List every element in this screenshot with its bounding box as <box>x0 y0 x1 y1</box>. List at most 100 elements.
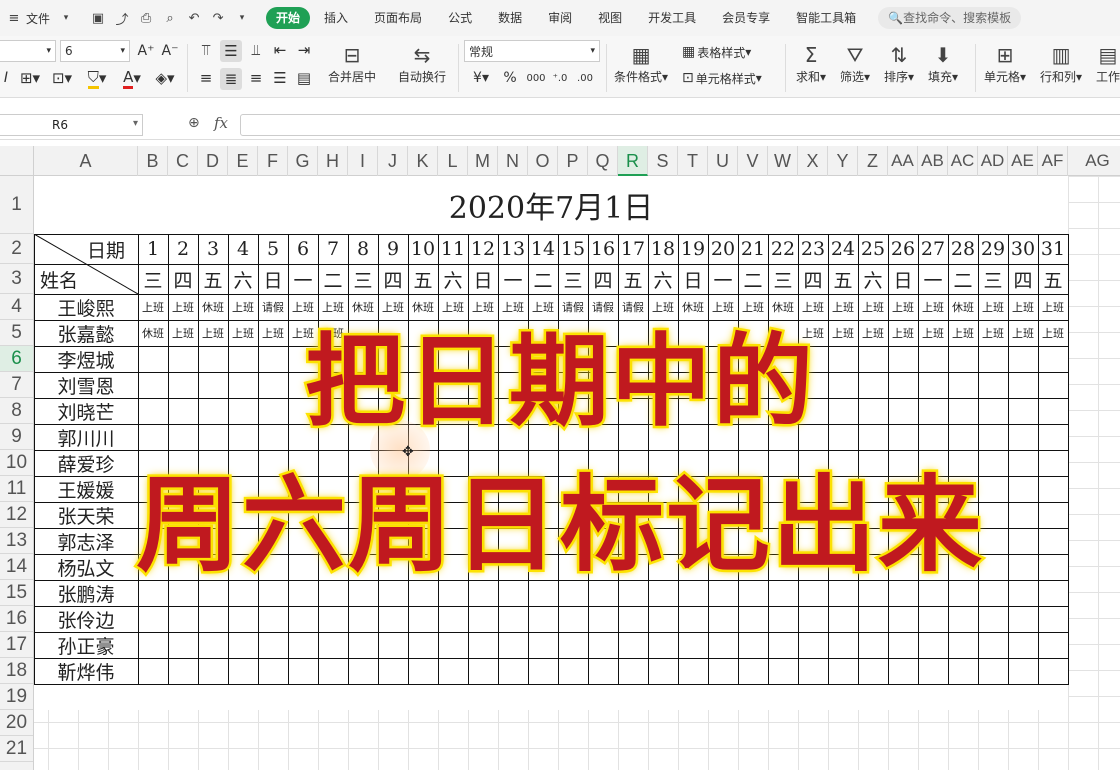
column-header-O[interactable]: O <box>528 146 558 176</box>
decrease-decimal-icon[interactable]: .00 <box>574 68 596 88</box>
row-header-17[interactable]: 17 <box>0 632 33 658</box>
cell-style-button[interactable]: ⊡ 单元格样式 ▾ <box>682 68 762 88</box>
clear-icon[interactable]: ◈▾ <box>150 68 180 88</box>
tab-6[interactable]: 视图 <box>586 7 634 29</box>
column-header-AA[interactable]: AA <box>888 146 918 176</box>
increase-indent-icon[interactable]: ⇥ <box>294 40 314 60</box>
formula-input[interactable] <box>240 114 1120 136</box>
column-header-AF[interactable]: AF <box>1038 146 1068 176</box>
column-header-AB[interactable]: AB <box>918 146 948 176</box>
column-header-J[interactable]: J <box>378 146 408 176</box>
fill-pattern-icon[interactable]: ⊡▾ <box>48 68 76 88</box>
fx-icon[interactable]: fx <box>214 114 228 132</box>
font-color-icon[interactable]: A ▾ <box>118 68 146 89</box>
increase-decimal-icon[interactable]: ⁺.0 <box>550 68 570 88</box>
column-header-C[interactable]: C <box>168 146 198 176</box>
column-header-AE[interactable]: AE <box>1008 146 1038 176</box>
column-header-P[interactable]: P <box>558 146 588 176</box>
column-header-W[interactable]: W <box>768 146 798 176</box>
print-preview-icon[interactable]: ⌕ <box>160 8 180 28</box>
column-header-Z[interactable]: Z <box>858 146 888 176</box>
tab-5[interactable]: 审阅 <box>536 7 584 29</box>
tab-0[interactable]: 开始 <box>266 7 311 29</box>
name-box[interactable]: R6 ▾ <box>0 114 143 136</box>
column-header-AC[interactable]: AC <box>948 146 978 176</box>
column-header-G[interactable]: G <box>288 146 318 176</box>
column-header-I[interactable]: I <box>348 146 378 176</box>
align-right-icon[interactable]: ≡ <box>246 68 266 88</box>
cell-button[interactable]: ⊞ 单元格▾ <box>984 42 1026 85</box>
more-icon[interactable]: ▾ <box>232 8 252 28</box>
align-left-icon[interactable]: ≡ <box>196 68 216 88</box>
currency-icon[interactable]: ¥▾ <box>468 68 494 88</box>
print-icon[interactable]: ⎙ <box>136 8 156 28</box>
chevron-down-icon[interactable]: ▾ <box>56 8 76 28</box>
column-header-Y[interactable]: Y <box>828 146 858 176</box>
fill-color-icon[interactable]: ⛉ ▾ <box>82 68 112 89</box>
format-painter-icon[interactable]: ⤴ <box>112 8 132 28</box>
tab-4[interactable]: 数据 <box>486 7 534 29</box>
table-style-button[interactable]: ▦ 表格样式 ▾ <box>682 42 751 62</box>
file-menu[interactable]: 文件 <box>26 10 50 27</box>
tab-2[interactable]: 页面布局 <box>362 7 434 29</box>
align-middle-icon[interactable]: ☰ <box>220 40 242 62</box>
row-header-16[interactable]: 16 <box>0 606 33 632</box>
zoom-icon[interactable]: ⊕ <box>188 115 200 131</box>
justify-icon[interactable]: ☰ <box>270 68 290 88</box>
thousands-icon[interactable]: 000 <box>524 68 548 88</box>
column-header-S[interactable]: S <box>648 146 678 176</box>
save-icon[interactable]: ▣ <box>88 8 108 28</box>
redo-icon[interactable]: ↷ <box>208 8 228 28</box>
conditional-format-button[interactable]: ▦ 条件格式▾ <box>614 42 668 85</box>
tab-8[interactable]: 会员专享 <box>710 7 782 29</box>
row-header-19[interactable]: 19 <box>0 684 33 710</box>
undo-icon[interactable]: ↶ <box>184 8 204 28</box>
column-header-X[interactable]: X <box>798 146 828 176</box>
column-header-Q[interactable]: Q <box>588 146 618 176</box>
column-header-F[interactable]: F <box>258 146 288 176</box>
row-header-21[interactable]: 21 <box>0 736 33 762</box>
fill-button[interactable]: ⬇ 填充▾ <box>928 42 958 85</box>
tab-3[interactable]: 公式 <box>436 7 484 29</box>
column-header-N[interactable]: N <box>498 146 528 176</box>
command-search[interactable]: 🔍查找命令、搜索模板 <box>878 7 1022 29</box>
select-all-corner[interactable] <box>0 146 34 176</box>
grow-font-icon[interactable]: A⁺ <box>136 42 156 60</box>
column-header-R[interactable]: R <box>618 146 648 176</box>
distribute-icon[interactable]: ▤ <box>294 68 314 88</box>
shrink-font-icon[interactable]: A⁻ <box>160 42 180 60</box>
row-header-18[interactable]: 18 <box>0 658 33 684</box>
column-header-A[interactable]: A <box>34 146 138 176</box>
border-icon[interactable]: ⊞▾ <box>16 68 44 88</box>
column-header-T[interactable]: T <box>678 146 708 176</box>
column-header-B[interactable]: B <box>138 146 168 176</box>
align-center-icon[interactable]: ≣ <box>220 68 242 90</box>
column-header-E[interactable]: E <box>228 146 258 176</box>
menu-icon[interactable]: ≡ <box>4 8 24 28</box>
wrap-text-button[interactable]: ⇆ 自动换行 <box>398 42 446 85</box>
number-format-select[interactable]: 常规 ▾ <box>464 40 600 62</box>
percent-icon[interactable]: % <box>500 68 520 88</box>
row-header-2[interactable]: 2 <box>0 234 33 264</box>
sum-button[interactable]: Σ 求和▾ <box>796 42 826 85</box>
italic-icon[interactable]: I <box>0 68 12 88</box>
column-header-V[interactable]: V <box>738 146 768 176</box>
decrease-indent-icon[interactable]: ⇤ <box>270 40 290 60</box>
sort-button[interactable]: ⇅ 排序▾ <box>884 42 914 85</box>
column-header-L[interactable]: L <box>438 146 468 176</box>
font-size-select[interactable]: 6 ▾ <box>60 40 130 62</box>
tab-7[interactable]: 开发工具 <box>636 7 708 29</box>
font-name-select[interactable]: ▾ <box>0 40 56 62</box>
tab-1[interactable]: 插入 <box>312 7 360 29</box>
tab-9[interactable]: 智能工具箱 <box>784 7 868 29</box>
column-header-U[interactable]: U <box>708 146 738 176</box>
worksheet-button[interactable]: ▤ 工作 <box>1096 42 1120 85</box>
column-header-AG[interactable]: AG <box>1068 146 1120 176</box>
column-header-M[interactable]: M <box>468 146 498 176</box>
align-bottom-icon[interactable]: ⫫ <box>246 40 266 60</box>
column-header-D[interactable]: D <box>198 146 228 176</box>
column-header-K[interactable]: K <box>408 146 438 176</box>
align-top-icon[interactable]: ⫪ <box>196 40 216 60</box>
row-col-button[interactable]: ▥ 行和列▾ <box>1040 42 1082 85</box>
filter-button[interactable]: ⛛ 筛选▾ <box>840 42 870 85</box>
